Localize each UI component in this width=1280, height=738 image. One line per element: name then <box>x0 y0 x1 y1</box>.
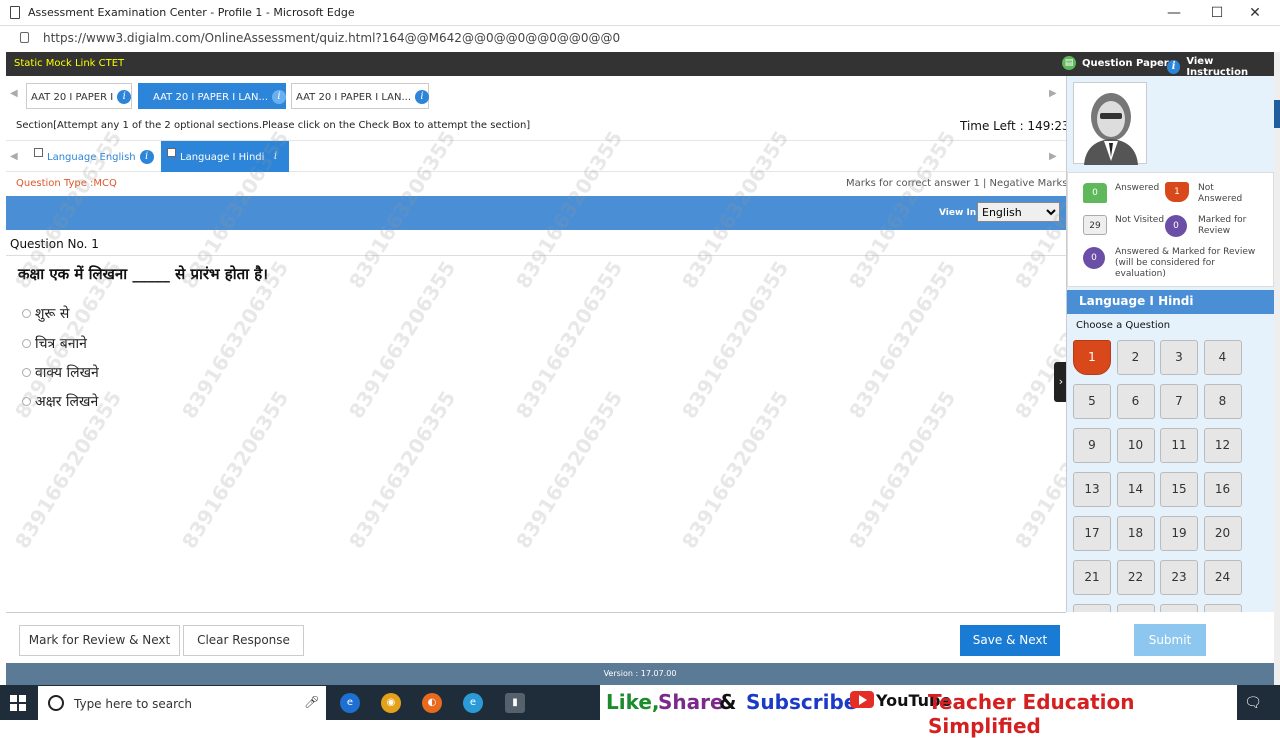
answered-marked-badge: 0 <box>1083 247 1105 269</box>
firefox-icon[interactable]: ◐ <box>422 693 442 713</box>
time-left: Time Left : 149:23 <box>960 119 1070 133</box>
question-button[interactable]: 21 <box>1073 560 1111 595</box>
info-icon[interactable]: i <box>117 90 132 104</box>
answered-marked-label: Answered & Marked for Review (will be co… <box>1115 247 1256 279</box>
question-button[interactable]: 12 <box>1203 428 1242 463</box>
question-button[interactable]: 13 <box>1073 472 1111 507</box>
question-button[interactable]: 5 <box>1073 384 1111 419</box>
candidate-avatar <box>1073 82 1147 165</box>
question-paper-link[interactable]: ▤ Question Paper <box>1062 56 1169 70</box>
tab-scroll-left-icon[interactable]: ◀ <box>10 88 18 99</box>
channel-banner: Like, Share & Subscribe YouTube Teacher … <box>600 685 1237 738</box>
url-text[interactable]: https://www3.digialm.com/OnlineAssessmen… <box>43 31 620 45</box>
radio-button[interactable] <box>22 339 31 348</box>
question-button[interactable]: 4 <box>1203 340 1242 375</box>
lang-scroll-left-icon[interactable]: ◀ <box>10 151 18 162</box>
recorder-icon[interactable]: ▮ <box>505 693 525 713</box>
choose-question-label: Choose a Question <box>1076 320 1171 331</box>
chrome-icon[interactable]: ◉ <box>381 693 401 713</box>
question-button[interactable]: 1 <box>1073 340 1111 375</box>
section-checkbox[interactable] <box>167 148 176 157</box>
question-button[interactable]: 19 <box>1160 516 1198 551</box>
not-visited-label: Not Visited <box>1115 215 1165 225</box>
submit-button[interactable]: Submit <box>1134 624 1206 656</box>
save-next-button[interactable]: Save & Next <box>960 625 1060 656</box>
not-answered-badge: 1 <box>1165 182 1189 202</box>
info-icon[interactable]: i <box>139 150 154 164</box>
question-button[interactable]: 17 <box>1073 516 1111 551</box>
window-title: Assessment Examination Center - Profile … <box>28 6 355 19</box>
question-paper-icon: ▤ <box>1062 56 1076 70</box>
info-icon[interactable]: i <box>415 90 429 104</box>
windows-start-icon[interactable] <box>10 695 26 711</box>
tab-section-2[interactable]: AAT 20 I PAPER I LAN... i <box>138 83 286 109</box>
question-button[interactable]: 8 <box>1203 384 1242 419</box>
question-button[interactable]: 25 <box>1073 604 1111 612</box>
question-button[interactable]: 18 <box>1116 516 1155 551</box>
tab-scroll-right-icon[interactable]: ▶ <box>1049 88 1057 99</box>
palette-section-title: Language I Hindi <box>1067 290 1274 314</box>
question-button[interactable]: 15 <box>1160 472 1198 507</box>
scrollbar-thumb[interactable] <box>1274 100 1280 128</box>
microphone-icon[interactable]: 🎤︎ <box>304 695 319 709</box>
radio-button[interactable] <box>22 368 31 377</box>
question-button[interactable]: 22 <box>1116 560 1155 595</box>
close-icon[interactable]: ✕ <box>1235 2 1275 24</box>
view-instruction-link[interactable]: i View Instruction <box>1167 56 1274 78</box>
radio-button[interactable] <box>22 309 31 318</box>
tab-section-1[interactable]: AAT 20 I PAPER Ii <box>26 83 132 109</box>
option-1[interactable]: शुरू से <box>22 304 69 323</box>
minimize-icon[interactable]: — <box>1154 2 1194 24</box>
question-button[interactable]: 11 <box>1160 428 1198 463</box>
question-button[interactable]: 14 <box>1116 472 1155 507</box>
info-icon: i <box>1167 60 1181 74</box>
question-button[interactable]: 7 <box>1160 384 1198 419</box>
marks-info: Marks for correct answer 1 | Negative Ma… <box>846 178 1078 189</box>
question-button[interactable]: 27 <box>1160 604 1198 612</box>
lock-icon <box>20 32 29 43</box>
marked-label: Marked for Review <box>1198 215 1247 236</box>
page-scrollbar[interactable] <box>1274 52 1280 685</box>
question-button[interactable]: 2 <box>1116 340 1155 375</box>
mark-review-next-button[interactable]: Mark for Review & Next <box>19 625 180 656</box>
not-answered-label: Not Answered <box>1198 183 1243 204</box>
divider <box>6 612 1066 613</box>
tab-section-3[interactable]: AAT 20 I PAPER I LAN... i <box>291 83 429 109</box>
question-button[interactable]: 23 <box>1160 560 1198 595</box>
page-icon <box>10 6 20 19</box>
question-button[interactable]: 26 <box>1116 604 1155 612</box>
status-legend: 0 Answered 1 Not Answered 29 Not Visited… <box>1067 172 1274 287</box>
lang-scroll-right-icon[interactable]: ▶ <box>1049 151 1057 162</box>
mock-link-title: Static Mock Link CTET <box>14 58 125 69</box>
edge-active-icon[interactable]: e <box>463 693 483 713</box>
question-button[interactable]: 3 <box>1160 340 1198 375</box>
question-button[interactable]: 24 <box>1203 560 1242 595</box>
taskbar-search[interactable]: Type here to search 🎤︎ <box>38 686 326 720</box>
youtube-icon <box>850 691 874 708</box>
question-grid: 1234567891011121314151617181920212223242… <box>1067 334 1274 612</box>
address-bar[interactable]: https://www3.digialm.com/OnlineAssessmen… <box>0 26 1280 52</box>
question-button[interactable]: 10 <box>1116 428 1155 463</box>
answered-badge: 0 <box>1083 183 1107 203</box>
question-button[interactable]: 16 <box>1203 472 1242 507</box>
question-button[interactable]: 9 <box>1073 428 1111 463</box>
info-icon[interactable]: i <box>272 90 286 104</box>
exam-header: Static Mock Link CTET ▤ Question Paper i… <box>6 52 1274 78</box>
edge-icon[interactable]: e <box>340 693 360 713</box>
version-bar: Version : 17.07.00 <box>6 663 1274 685</box>
marked-badge: 0 <box>1165 215 1187 237</box>
clear-response-button[interactable]: Clear Response <box>183 625 304 656</box>
question-text: कक्षा एक में लिखना _____ से प्रारंभ होता… <box>18 265 268 283</box>
language-tabs: ◀ Language English i Language I Hindi i ▶ <box>6 140 1066 172</box>
section-checkbox[interactable] <box>34 148 43 157</box>
question-button[interactable]: 6 <box>1116 384 1155 419</box>
notification-icon[interactable]: 🗨︎ <box>1240 690 1266 716</box>
search-icon <box>48 695 64 711</box>
answered-label: Answered <box>1115 183 1160 193</box>
title-bar: Assessment Examination Center - Profile … <box>0 0 1280 26</box>
question-button[interactable]: 28 <box>1203 604 1242 612</box>
maximize-icon[interactable]: ☐ <box>1197 2 1237 24</box>
question-button[interactable]: 20 <box>1203 516 1242 551</box>
not-visited-badge: 29 <box>1083 215 1107 235</box>
